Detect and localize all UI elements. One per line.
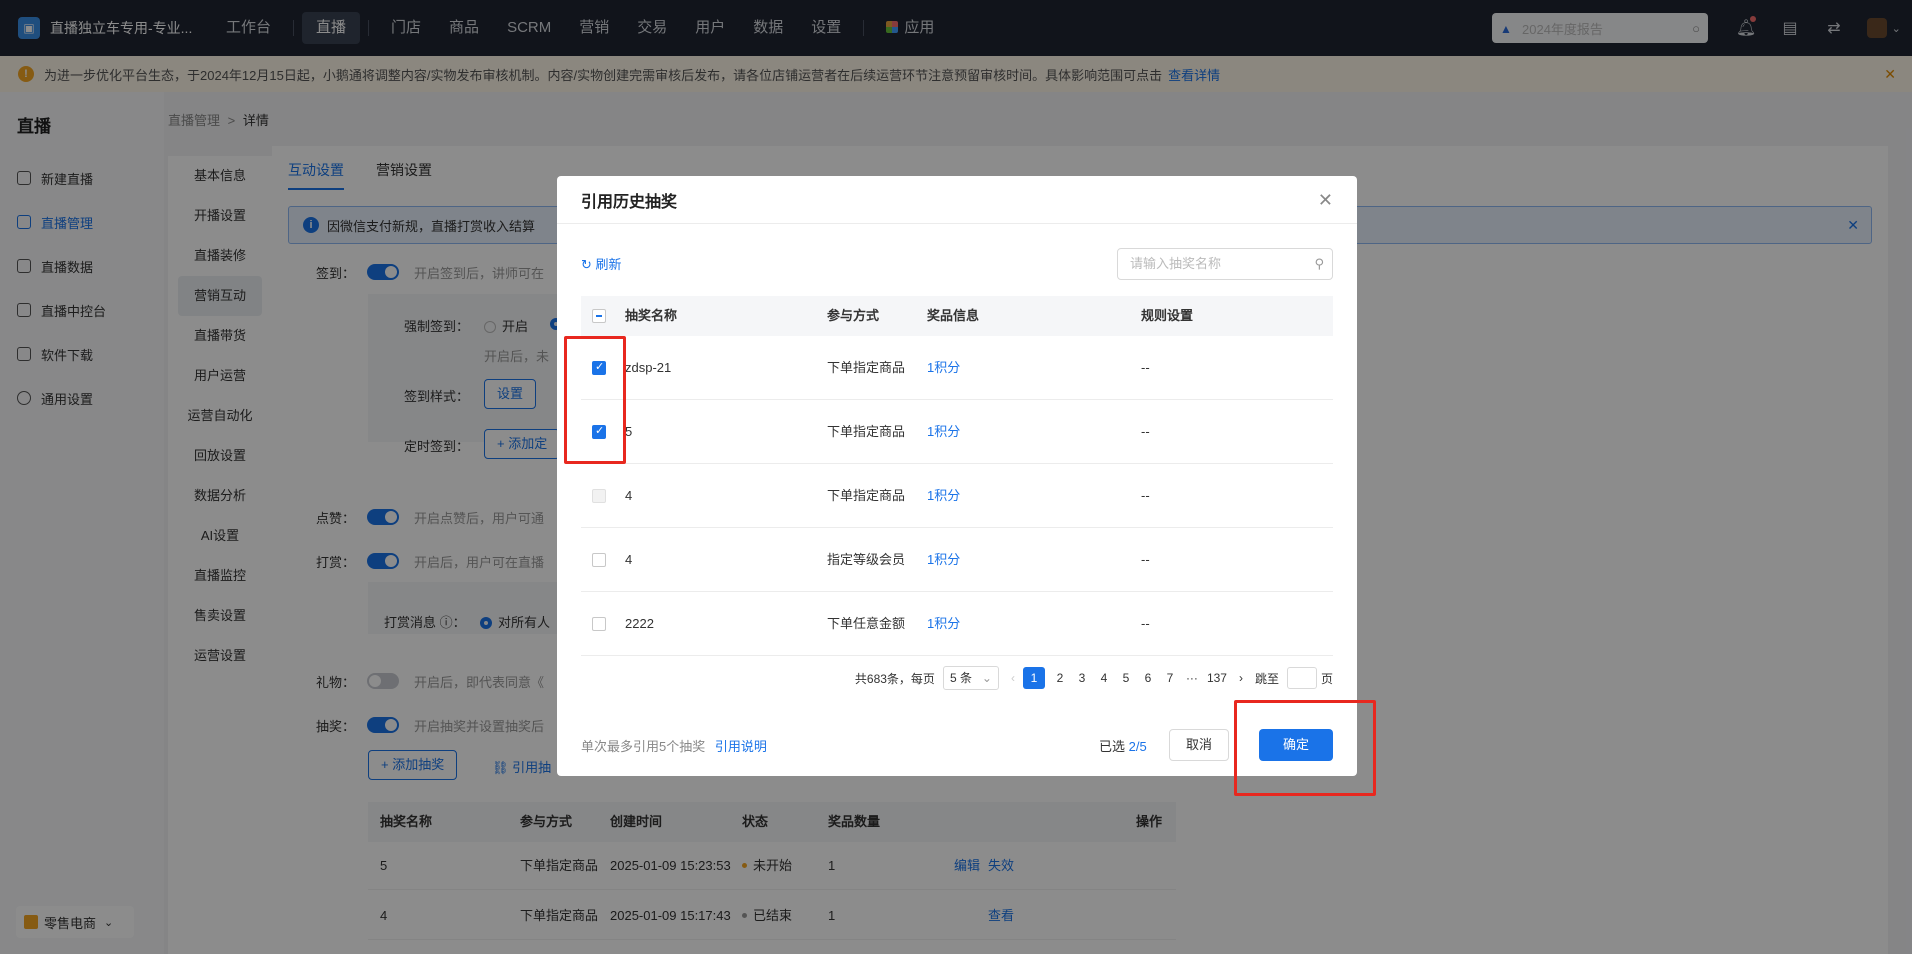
cell-prize[interactable]: 1积分: [927, 400, 960, 464]
dialog-title: 引用历史抽奖: [557, 176, 1357, 224]
table-row[interactable]: 4 下单指定商品 1积分 --: [581, 464, 1333, 528]
dialog-table-header: 抽奖名称 参与方式 奖品信息 规则设置: [581, 296, 1333, 336]
page-4[interactable]: 4: [1097, 671, 1111, 685]
refresh-icon: ↻: [581, 257, 596, 272]
reference-help-link[interactable]: 引用说明: [715, 739, 767, 754]
lottery-search-input[interactable]: 请输入抽奖名称 ⚲: [1117, 248, 1333, 280]
cell-prize[interactable]: 1积分: [927, 464, 960, 528]
next-page-icon[interactable]: ›: [1239, 671, 1243, 685]
col-header-name: 抽奖名称: [625, 308, 678, 323]
page-6[interactable]: 6: [1141, 671, 1155, 685]
cell-rule: --: [1141, 488, 1150, 503]
prev-page-icon[interactable]: ‹: [1011, 671, 1015, 685]
cell-mode: 下单指定商品: [827, 488, 906, 503]
cell-name: 4: [625, 488, 633, 503]
page-137[interactable]: 137: [1207, 671, 1227, 685]
page-size-select[interactable]: 5 条 ⌄: [942, 666, 999, 690]
pagination: 共683条，每页 5 条 ⌄ ‹ 1 2 3 4 5 6 7 ··· 137 ›…: [847, 666, 1333, 690]
footer-hint-text: 单次最多引用5个抽奖: [581, 739, 706, 754]
col-header-rule: 规则设置: [1141, 308, 1194, 323]
cell-prize[interactable]: 1积分: [927, 528, 960, 592]
search-placeholder: 请输入抽奖名称: [1130, 256, 1222, 271]
table-row[interactable]: 2222 下单任意金额 1积分 --: [581, 592, 1333, 656]
page-ellipsis[interactable]: ···: [1185, 671, 1199, 685]
table-row[interactable]: 5 下单指定商品 1积分 --: [581, 400, 1333, 464]
cell-rule: --: [1141, 424, 1150, 439]
jump-label: 跳至: [1254, 671, 1279, 686]
row-checkbox[interactable]: [592, 617, 606, 631]
cell-name: 2222: [625, 616, 654, 631]
cell-rule: --: [1141, 616, 1150, 631]
page-1[interactable]: 1: [1022, 667, 1045, 689]
page-3[interactable]: 3: [1075, 671, 1089, 685]
col-header-mode: 参与方式: [827, 308, 880, 323]
page-5[interactable]: 5: [1119, 671, 1133, 685]
col-header-prize: 奖品信息: [927, 308, 980, 323]
chevron-down-icon: ⌄: [981, 671, 992, 685]
cell-mode: 下单指定商品: [827, 360, 906, 375]
highlight-confirm-annotation: [1234, 700, 1376, 796]
cell-rule: --: [1141, 552, 1150, 567]
reference-lottery-dialog: 引用历史抽奖 ✕ ↻ 刷新 请输入抽奖名称 ⚲ 抽奖名称 参与方式 奖品信息 规则…: [557, 176, 1357, 776]
selected-label: 已选: [1099, 739, 1126, 754]
cell-rule: --: [1141, 360, 1150, 375]
table-row[interactable]: zdsp-21 下单指定商品 1积分 --: [581, 336, 1333, 400]
page-7[interactable]: 7: [1163, 671, 1177, 685]
cell-name: 5: [625, 424, 633, 439]
search-icon[interactable]: ⚲: [1314, 249, 1324, 279]
cell-mode: 下单指定商品: [827, 424, 906, 439]
selected-count: 已选 2/5: [1099, 736, 1147, 755]
cell-prize[interactable]: 1积分: [927, 592, 960, 656]
cell-prize[interactable]: 1积分: [927, 336, 960, 400]
cell-mode: 下单任意金额: [827, 616, 906, 631]
refresh-button[interactable]: ↻ 刷新: [581, 254, 622, 273]
dialog-footer-hint: 单次最多引用5个抽奖 引用说明: [581, 736, 767, 755]
select-all-checkbox[interactable]: [592, 309, 606, 323]
row-checkbox: [592, 489, 606, 503]
selected-value: 2/5: [1128, 739, 1147, 754]
page-unit-label: 页: [1320, 671, 1333, 686]
highlight-checkboxes-annotation: [564, 336, 626, 464]
row-checkbox[interactable]: [592, 553, 606, 567]
table-row[interactable]: 4 指定等级会员 1积分 --: [581, 528, 1333, 592]
refresh-label: 刷新: [595, 257, 622, 272]
pagination-total: 共683条，每页: [854, 671, 935, 686]
cell-mode: 指定等级会员: [827, 552, 906, 567]
page-2[interactable]: 2: [1053, 671, 1067, 685]
jump-page-input[interactable]: [1286, 667, 1317, 689]
cell-name: zdsp-21: [625, 360, 672, 375]
cell-name: 4: [625, 552, 633, 567]
close-icon[interactable]: ✕: [1318, 190, 1333, 211]
cancel-button[interactable]: 取消: [1169, 729, 1229, 761]
